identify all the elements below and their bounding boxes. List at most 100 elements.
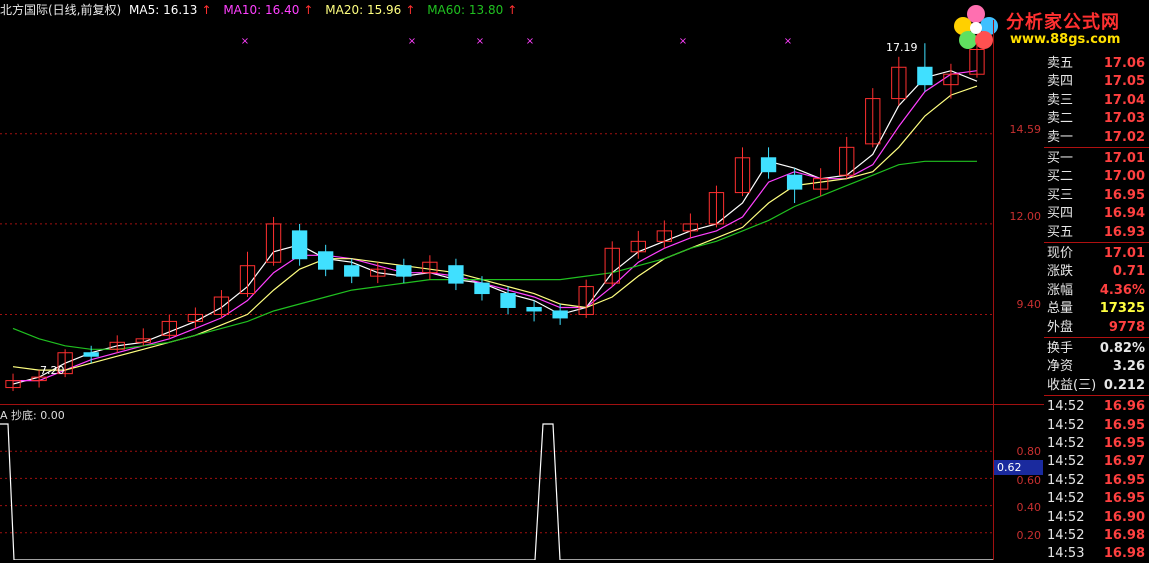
indicator-line xyxy=(0,423,993,560)
bid-row-value: 17.00 xyxy=(1103,169,1145,185)
candle-body xyxy=(526,306,542,312)
stat-row-label: 现价 xyxy=(1047,246,1074,261)
tick-row[interactable]: 14:52 16.90 xyxy=(1044,508,1149,527)
tick-row-label: 14:52 xyxy=(1047,509,1085,525)
stat-row[interactable]: 涨幅 4.36% xyxy=(1044,281,1149,300)
ask-row-value: 17.03 xyxy=(1103,111,1145,127)
bid-row-label: 买四 xyxy=(1047,206,1074,222)
candle-body xyxy=(917,66,933,86)
high-annotation: 17.19 xyxy=(886,41,918,54)
bid-row-label: 买二 xyxy=(1047,169,1074,185)
stat-row-value: 4.36% xyxy=(1099,282,1145,298)
indicator-tick: 0.20 xyxy=(1016,529,1042,542)
stat-row[interactable]: 涨跌 0.71 xyxy=(1044,262,1149,281)
price-tick: 12.00 xyxy=(1009,210,1042,223)
indicator-title: A 抄底: 0.00 xyxy=(0,409,65,422)
stat-row-label: 涨跌 xyxy=(1047,264,1074,280)
signal-marker: × xyxy=(526,36,534,47)
indicator-current-value: 0.62 xyxy=(994,460,1043,475)
bid-row-value: 16.94 xyxy=(1103,206,1145,222)
ask-row-label: 卖一 xyxy=(1047,129,1074,145)
tick-row-value: 16.95 xyxy=(1103,491,1145,507)
tick-row-value: 16.98 xyxy=(1103,528,1145,543)
candle-body xyxy=(83,352,99,357)
ask-row-value: 17.06 xyxy=(1103,56,1145,71)
bid-row[interactable]: 买五 16.93 xyxy=(1044,223,1149,242)
tick-row[interactable]: 14:53 16.98 xyxy=(1044,544,1149,563)
signal-marker: × xyxy=(784,36,792,47)
tick-row[interactable]: 14:52 16.97 xyxy=(1044,452,1149,471)
tick-row-label: 14:52 xyxy=(1047,454,1085,470)
tick-row[interactable]: 14:52 16.95 xyxy=(1044,471,1149,490)
bid-row[interactable]: 买二 17.00 xyxy=(1044,167,1149,186)
stat-row-label: 换手 xyxy=(1047,341,1074,356)
panel-separator xyxy=(1044,242,1149,243)
candlestick-chart[interactable]: × × × × × × xyxy=(0,0,994,404)
bid-row-value: 16.93 xyxy=(1103,224,1145,240)
indicator-tick: 0.80 xyxy=(1016,445,1042,458)
stat-row[interactable]: 外盘 9778 xyxy=(1044,318,1149,337)
stat-row-value: 0.71 xyxy=(1112,264,1145,280)
ask-row-value: 17.04 xyxy=(1103,92,1145,108)
signal-marker: × xyxy=(476,36,484,47)
ask-row[interactable]: 卖四 17.05 xyxy=(1044,72,1149,91)
bid-row[interactable]: 买四 16.94 xyxy=(1044,204,1149,223)
panel-separator xyxy=(1044,147,1149,148)
indicator-chart[interactable] xyxy=(0,404,994,560)
tick-row[interactable]: 14:52 16.95 xyxy=(1044,489,1149,508)
ma-line-ma5 xyxy=(12,70,978,385)
tick-row-label: 14:52 xyxy=(1047,436,1085,451)
price-tick: 9.40 xyxy=(1016,298,1042,311)
panel-separator xyxy=(1044,395,1149,397)
ask-row[interactable]: 卖三 17.04 xyxy=(1044,91,1149,110)
chart-divider-vertical xyxy=(993,20,994,560)
logo-url[interactable]: www.88gs.com xyxy=(1010,32,1120,47)
ask-row[interactable]: 卖一 17.02 xyxy=(1044,128,1149,147)
tick-row-value: 16.96 xyxy=(1103,399,1145,415)
candle-body xyxy=(474,282,490,295)
ask-row-label: 卖五 xyxy=(1047,56,1074,71)
tick-row-value: 16.98 xyxy=(1103,546,1145,562)
signal-marker: × xyxy=(241,36,249,47)
tick-row-value: 16.97 xyxy=(1103,454,1145,470)
tick-row-label: 14:53 xyxy=(1047,546,1085,562)
stat-row-value: 17325 xyxy=(1099,301,1145,317)
tick-row-label: 14:52 xyxy=(1047,399,1085,415)
bid-row[interactable]: 买一 17.01 xyxy=(1044,149,1149,168)
tick-row-label: 14:52 xyxy=(1047,491,1085,507)
tick-row[interactable]: 14:52 16.95 xyxy=(1044,416,1149,435)
stat-row-label: 净资 xyxy=(1047,359,1074,375)
candle-body xyxy=(344,265,360,277)
stat-row-value: 17.01 xyxy=(1103,246,1145,261)
stat-row-label: 涨幅 xyxy=(1047,282,1074,298)
bid-row[interactable]: 买三 16.95 xyxy=(1044,186,1149,205)
ask-row-label: 卖三 xyxy=(1047,92,1074,108)
bid-row-label: 买一 xyxy=(1047,151,1074,166)
ask-row-label: 卖二 xyxy=(1047,111,1074,127)
stat-row-label: 收益(三) xyxy=(1047,377,1097,393)
ask-row[interactable]: 卖五 17.06 xyxy=(1044,54,1149,73)
stat-row-label: 外盘 xyxy=(1047,319,1074,335)
chart-divider-horizontal xyxy=(0,404,1044,405)
stat-row[interactable]: 现价 17.01 xyxy=(1044,244,1149,263)
stock-chart-window: 北方国际(日线,前复权) MA5: 16.13 ↑ MA10: 16.40 ↑ MA… xyxy=(0,0,1149,563)
tick-row-value: 16.90 xyxy=(1103,509,1145,525)
stat-row[interactable]: 总量 17325 xyxy=(1044,299,1149,318)
bid-row-value: 16.95 xyxy=(1103,187,1145,203)
tick-row-label: 14:52 xyxy=(1047,417,1085,433)
stat-row-value: 0.82% xyxy=(1099,341,1145,356)
candle-body xyxy=(500,293,516,308)
indicator-tick: 0.40 xyxy=(1016,501,1042,514)
candle-body xyxy=(396,265,412,277)
panel-separator xyxy=(1044,337,1149,338)
ask-row-value: 17.05 xyxy=(1103,74,1145,90)
stat-row[interactable]: 收益(三) 0.212 xyxy=(1044,376,1149,395)
tick-row[interactable]: 14:52 16.95 xyxy=(1044,434,1149,453)
stat-row[interactable]: 净资 3.26 xyxy=(1044,357,1149,376)
tick-row[interactable]: 14:52 16.96 xyxy=(1044,397,1149,416)
tick-row-label: 14:52 xyxy=(1047,472,1085,488)
ask-row[interactable]: 卖二 17.03 xyxy=(1044,109,1149,128)
tick-row[interactable]: 14:52 16.98 xyxy=(1044,526,1149,545)
candle-body xyxy=(317,251,334,270)
stat-row[interactable]: 换手 0.82% xyxy=(1044,339,1149,358)
